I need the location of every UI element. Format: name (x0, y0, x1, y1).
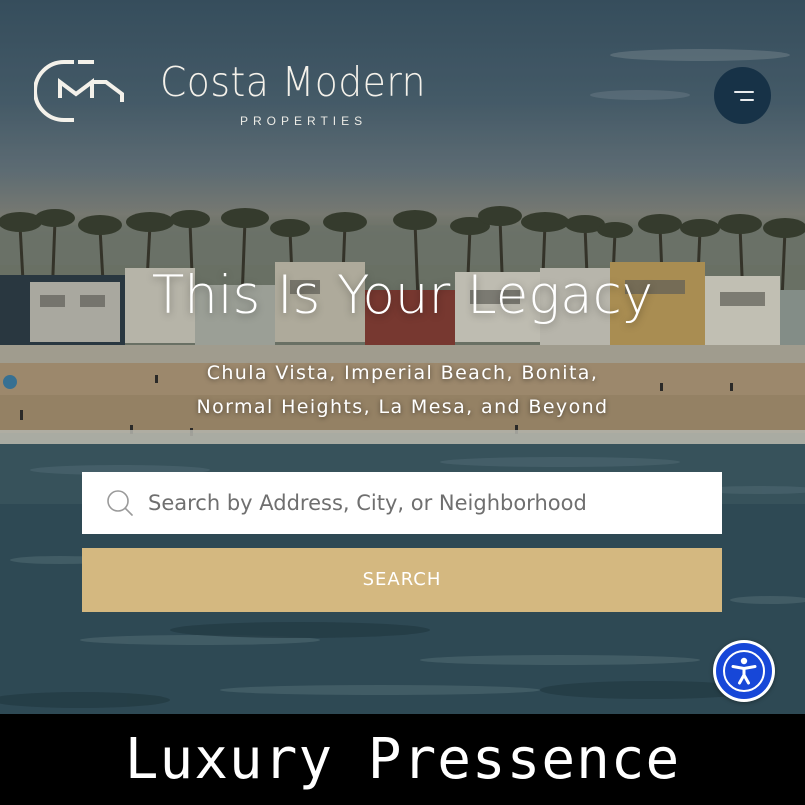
search-icon (107, 490, 133, 516)
search-bar[interactable] (82, 472, 722, 534)
brand-name[interactable]: Costa Modern (160, 58, 426, 106)
caption-text: Luxury Pressence (124, 727, 681, 792)
menu-line (733, 90, 754, 93)
search-input[interactable] (148, 472, 708, 534)
caption-bar: Luxury Pressence (0, 714, 805, 805)
hero-headline: This Is Your Legacy (151, 265, 654, 326)
menu-line (739, 98, 754, 101)
brand-tagline: PROPERTIES (240, 114, 368, 128)
hero-subhead-line: Normal Heights, La Mesa, and Beyond (196, 396, 609, 418)
accessibility-person-icon (731, 657, 757, 685)
accessibility-button[interactable] (713, 640, 775, 702)
costa-modern-logo-icon[interactable] (34, 58, 126, 128)
hero-subhead: Chula Vista, Imperial Beach, Bonita, Nor… (0, 356, 805, 424)
search-button[interactable]: SEARCH (82, 548, 722, 612)
hero-subhead-line: Chula Vista, Imperial Beach, Bonita, (206, 362, 599, 384)
hero-section: Costa Modern PROPERTIES This Is Your Leg… (0, 0, 805, 714)
accessibility-button-face (716, 643, 772, 699)
hamburger-menu-icon[interactable] (714, 67, 771, 124)
